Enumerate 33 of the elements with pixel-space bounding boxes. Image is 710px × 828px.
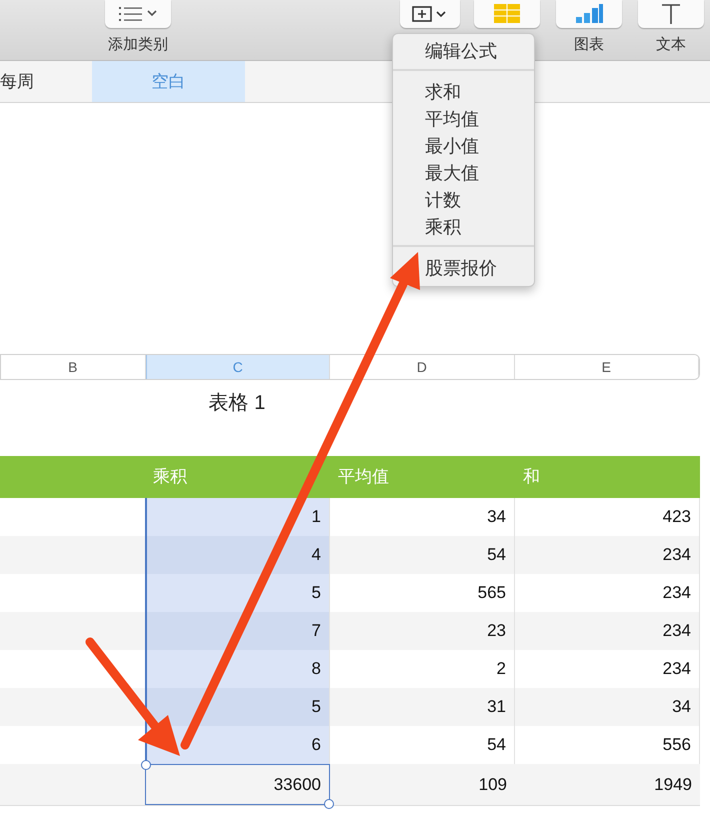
menu-item[interactable]: 平均值 xyxy=(393,106,534,133)
column-header[interactable]: E xyxy=(514,355,699,379)
toolbar-button[interactable] xyxy=(105,0,171,28)
table-cell: 5 xyxy=(145,688,330,726)
table-cell: 4 xyxy=(145,536,330,574)
table-cell: 5 xyxy=(145,574,330,612)
header-cell-text: 和 xyxy=(522,466,541,488)
table-cell: 8 xyxy=(145,650,330,688)
header-cell-text: 乘积 xyxy=(152,466,188,488)
toolbar-label: 文本 xyxy=(656,35,686,55)
menu-item[interactable]: 计数 xyxy=(393,187,534,214)
menu-item[interactable]: 求和 xyxy=(393,79,534,106)
table-cell: 1 xyxy=(145,498,330,536)
selection-handle[interactable] xyxy=(324,799,334,809)
selection-handle[interactable] xyxy=(141,760,151,770)
toolbar-label: 添加类别 xyxy=(108,35,168,55)
toolbar-label: 图表 xyxy=(574,35,604,55)
header-cell-text: 平均值 xyxy=(337,466,390,488)
bar-chart-icon xyxy=(574,4,604,24)
table-cell-text: 109 xyxy=(478,774,508,796)
text-icon xyxy=(660,3,682,25)
list-icon xyxy=(117,5,159,23)
toolbar-button[interactable] xyxy=(400,0,460,28)
menu-item[interactable]: 乘积 xyxy=(393,214,534,241)
menu-item[interactable]: 编辑公式 xyxy=(393,38,534,65)
table-title: 表格 1 xyxy=(208,391,266,416)
table-icon xyxy=(493,4,521,24)
table-cell-text: 1949 xyxy=(653,774,693,796)
menu-item[interactable]: 股票报价 xyxy=(393,255,534,282)
sheet-tab[interactable]: 每周 xyxy=(0,61,92,102)
table-cell: 7 xyxy=(145,612,330,650)
menu-item[interactable]: 最大值 xyxy=(393,160,534,187)
menu-item[interactable]: 最小值 xyxy=(393,133,534,160)
